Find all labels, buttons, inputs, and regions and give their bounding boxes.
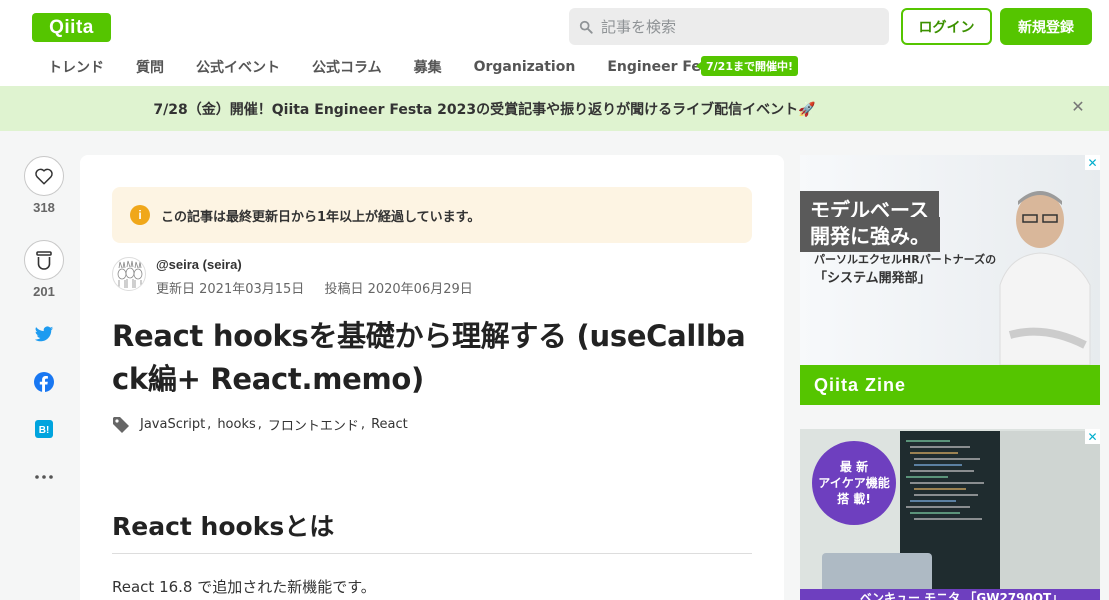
global-nav: トレンド 質問 公式イベント 公式コラム 募集 Organization Eng… (32, 55, 741, 79)
nav-item-questions[interactable]: 質問 (136, 57, 164, 77)
nav-item-organization[interactable]: Organization (474, 59, 576, 75)
article-title: React hooksを基礎から理解する (useCallback編+ Reac… (112, 319, 746, 396)
hatena-bookmark-icon[interactable]: B! (24, 417, 64, 441)
ad-choices-icon[interactable]: ✕ (1085, 155, 1100, 170)
ad-footer: ベンキュー モニタ 「GW2790QT」 (800, 589, 1100, 600)
section-heading: React hooksとは (112, 507, 752, 554)
author-row: @seira (seira) 更新日 2021年03月15日 投稿日 2020年… (112, 257, 473, 297)
stock-count: 201 (33, 284, 55, 299)
person-photo (999, 191, 1091, 365)
body-paragraph: React 16.8 で追加された新機能です。 (112, 578, 376, 596)
ad-headline-2: 開発に強み。 (800, 217, 940, 252)
tag-list: JavaScript, hooks, フロントエンド, React (112, 415, 410, 434)
banner-text[interactable]: 7/28（金）開催！Qiita Engineer Festa 2023の受賞記事… (153, 99, 815, 119)
twitter-icon[interactable] (24, 322, 64, 346)
stock-button[interactable] (24, 240, 64, 280)
like-button[interactable] (24, 156, 64, 196)
avatar[interactable] (112, 257, 146, 291)
article-actions: 318 201 B! (24, 156, 64, 489)
outdated-notice: i この記事は最終更新日から1年以上が経過しています。 (112, 187, 752, 243)
site-header: Qiita ログイン 新規登録 トレンド 質問 公式イベント 公式コラム 募集 … (0, 0, 1109, 86)
ad-qiita-zine[interactable]: モデルベース 開発に強み。 パーソルエクセルHRパートナーズの 「システム開発部… (800, 155, 1100, 405)
ad-subtext-1: パーソルエクセルHRパートナーズの (814, 253, 997, 266)
like-count: 318 (33, 200, 55, 215)
festa-badge: 7/21まで開催中! (696, 56, 798, 76)
article-card: i この記事は最終更新日から1年以上が経過しています。 @seira (seir… (80, 155, 784, 600)
nav-item-official-events[interactable]: 公式イベント (196, 57, 280, 77)
ad-monitor[interactable]: 最 新 アイケア機能 搭 載! ベンキュー モニタ 「GW2790QT」 ✕ (800, 429, 1100, 600)
author-name[interactable]: @seira (seira) (156, 257, 473, 272)
badge-line-2: アイケア機能 (818, 476, 890, 490)
posted-date: 投稿日 2020年06月29日 (324, 282, 473, 297)
tag-icon (113, 416, 129, 433)
heart-icon (35, 168, 53, 185)
article-dates: 更新日 2021年03月15日 投稿日 2020年06月29日 (156, 278, 473, 297)
event-banner[interactable]: 7/28（金）開催！Qiita Engineer Festa 2023の受賞記事… (0, 86, 1109, 131)
more-icon[interactable] (24, 465, 64, 489)
qiita-logo[interactable]: Qiita (32, 13, 111, 42)
ad-footer: Qiita Zine (800, 365, 1100, 405)
nav-item-official-columns[interactable]: 公式コラム (312, 57, 382, 77)
search-box[interactable] (569, 8, 889, 45)
ad-subtext-2: 「システム開発部」 (814, 271, 931, 286)
close-icon[interactable]: ✕ (1069, 98, 1087, 116)
updated-date: 更新日 2021年03月15日 (156, 282, 305, 297)
monitor-image (1000, 431, 1100, 591)
tag-hooks[interactable]: hooks (217, 417, 255, 432)
search-input[interactable] (601, 17, 871, 36)
tag-frontend[interactable]: フロントエンド (268, 415, 359, 434)
search-icon (579, 20, 593, 34)
login-button[interactable]: ログイン (901, 8, 992, 45)
nav-item-trend[interactable]: トレンド (48, 57, 104, 77)
ad-choices-icon[interactable]: ✕ (1085, 429, 1100, 444)
badge-line-3: 搭 載! (837, 492, 871, 506)
signup-button[interactable]: 新規登録 (1000, 8, 1092, 45)
stock-icon (36, 251, 52, 270)
tag-javascript[interactable]: JavaScript (140, 417, 205, 432)
facebook-icon[interactable] (24, 370, 64, 394)
ad-feature-badge: 最 新 アイケア機能 搭 載! (812, 441, 896, 525)
tag-react[interactable]: React (371, 417, 408, 432)
info-icon: i (130, 205, 150, 225)
badge-line-1: 最 新 (839, 460, 869, 474)
svg-text:B!: B! (39, 425, 50, 436)
nav-item-recruit[interactable]: 募集 (414, 57, 442, 77)
notice-text: この記事は最終更新日から1年以上が経過しています。 (161, 209, 481, 225)
